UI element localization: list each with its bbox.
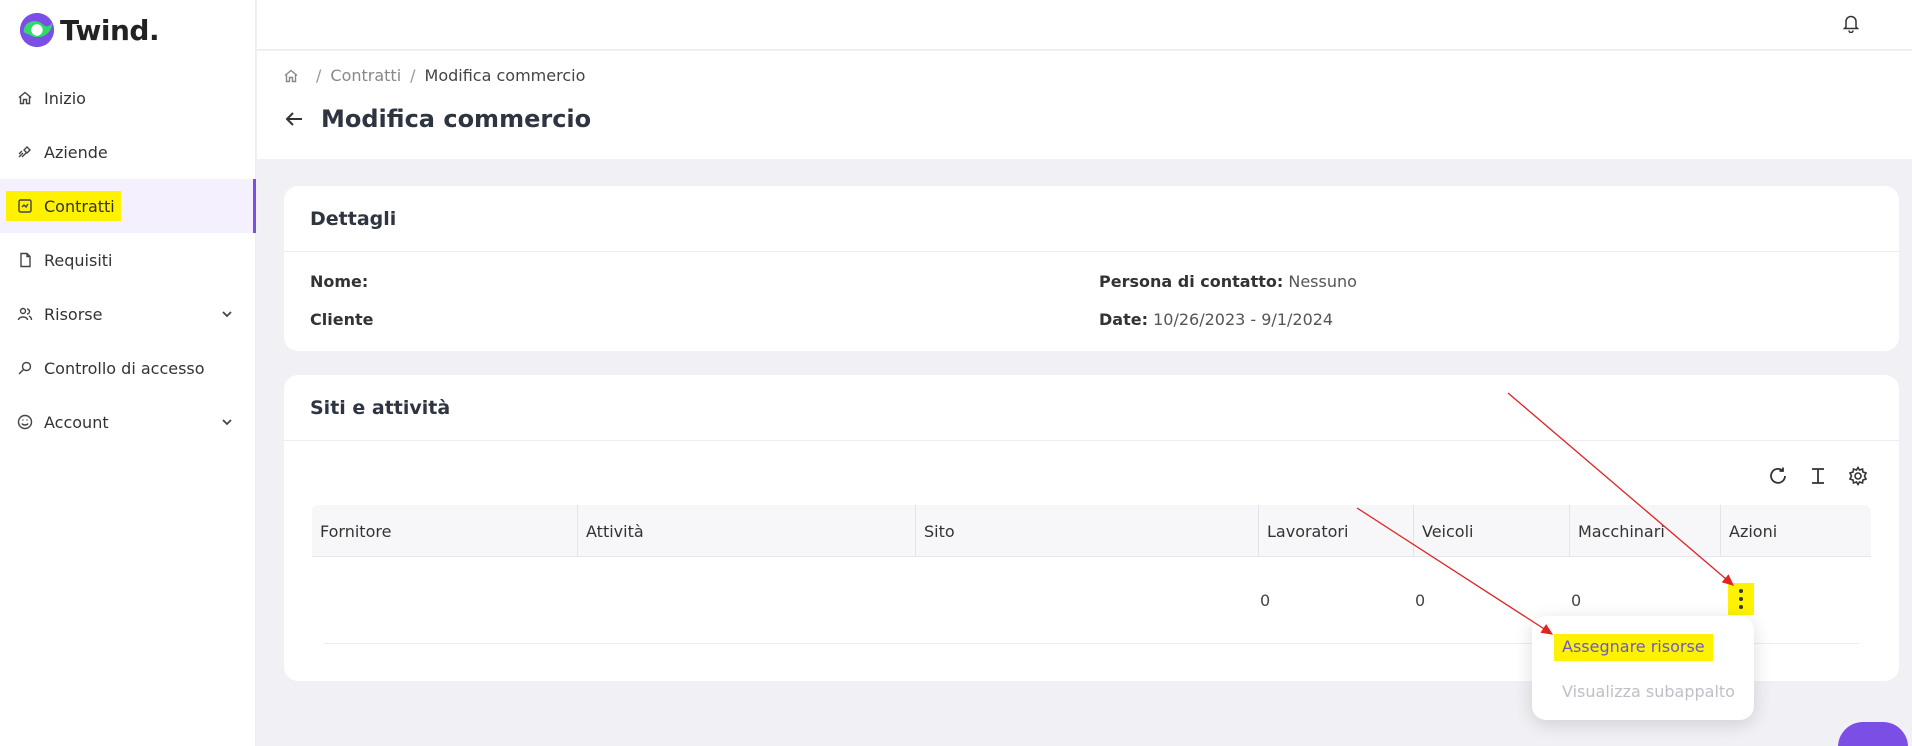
name-label: Nome: (310, 272, 369, 291)
sidebar-item-label: Contratti (44, 196, 115, 216)
menu-item-assegnare-risorse[interactable]: Assegnare risorse (1554, 634, 1713, 661)
sidebar-item-risorse[interactable]: Risorse (0, 287, 256, 341)
sidebar: Twind. Inizio Aziende Contratti Requisit… (0, 0, 256, 746)
column-header-azioni: Azioni (1720, 505, 1777, 557)
date-label: Date: (1099, 310, 1148, 329)
cell-macchinari: 0 (1571, 591, 1582, 610)
breadcrumb-current: Modifica commercio (424, 66, 586, 85)
sites-card-title: Siti e attività (284, 375, 1899, 441)
table-header: Fornitore Attività Sito Lavoratori Veico… (312, 505, 1871, 557)
back-arrow-icon[interactable] (283, 108, 305, 130)
contact-value: Nessuno (1288, 272, 1357, 291)
client-field: Cliente (310, 310, 373, 329)
chat-fab[interactable] (1838, 722, 1908, 746)
name-field: Nome: (310, 272, 368, 291)
details-card-title: Dettagli (284, 186, 1899, 252)
menu-item-visualizza-subappalto[interactable]: Visualizza subappalto (1562, 682, 1735, 701)
sidebar-item-account[interactable]: Account (0, 395, 256, 449)
sidebar-item-requisiti[interactable]: Requisiti (0, 233, 256, 287)
chevron-down-icon[interactable] (220, 306, 234, 320)
sidebar-nav: Inizio Aziende Contratti Requisiti Risor… (0, 71, 256, 449)
cell-veicoli: 0 (1415, 591, 1426, 610)
people-icon (16, 305, 34, 323)
chevron-down-icon[interactable] (220, 414, 234, 428)
row-actions-menu: Assegnare risorse Visualizza subappalto (1532, 616, 1754, 720)
details-card: Dettagli Nome: Cliente Persona di contat… (284, 186, 1899, 351)
bell-icon[interactable] (1842, 13, 1860, 33)
breadcrumb-separator: / (410, 66, 416, 85)
page-header: / Contratti / Modifica commercio Modific… (257, 51, 1912, 159)
text-cursor-icon[interactable] (1807, 465, 1829, 487)
sidebar-item-label: Controllo di accesso (44, 358, 205, 378)
handshake-icon (16, 143, 34, 161)
kebab-menu-icon (1739, 589, 1743, 609)
contact-label: Persona di contatto: (1099, 272, 1284, 291)
document-icon (16, 251, 34, 269)
key-icon (16, 359, 34, 377)
sidebar-item-label: Risorse (44, 304, 103, 324)
date-field: Date: 10/26/2023 - 9/1/2024 (1099, 310, 1333, 329)
column-header-veicoli[interactable]: Veicoli (1413, 505, 1473, 557)
column-header-fornitore[interactable]: Fornitore (312, 505, 391, 557)
breadcrumb-separator: / (316, 66, 322, 85)
column-header-attivita[interactable]: Attività (577, 505, 644, 557)
cell-lavoratori: 0 (1260, 591, 1271, 610)
twind-logo-icon (19, 12, 55, 48)
page-title-row: Modifica commercio (283, 105, 591, 133)
sidebar-item-label: Requisiti (44, 250, 113, 270)
sidebar-item-label: Account (44, 412, 109, 432)
date-value: 10/26/2023 - 9/1/2024 (1153, 310, 1334, 329)
contact-field: Persona di contatto: Nessuno (1099, 272, 1357, 291)
gear-icon[interactable] (1847, 465, 1869, 487)
sidebar-item-aziende[interactable]: Aziende (0, 125, 256, 179)
refresh-icon[interactable] (1767, 465, 1789, 487)
table-toolbar (1767, 465, 1869, 487)
app-name: Twind. (60, 13, 160, 47)
twind-logo[interactable]: Twind. (18, 10, 160, 50)
contract-icon (16, 197, 34, 215)
column-header-lavoratori[interactable]: Lavoratori (1258, 505, 1348, 557)
client-label: Cliente (310, 310, 374, 329)
column-header-macchinari[interactable]: Macchinari (1569, 505, 1665, 557)
sidebar-item-controllo-di-accesso[interactable]: Controllo di accesso (0, 341, 256, 395)
breadcrumb: / Contratti / Modifica commercio (283, 66, 585, 85)
home-icon[interactable] (283, 68, 299, 84)
column-header-sito[interactable]: Sito (915, 505, 955, 557)
home-icon (16, 89, 34, 107)
account-icon (16, 413, 34, 431)
sidebar-item-label: Aziende (44, 142, 108, 162)
page-title: Modifica commercio (321, 105, 592, 133)
row-actions-button[interactable] (1728, 583, 1754, 615)
top-bar (257, 0, 1912, 50)
sidebar-item-contratti[interactable]: Contratti (0, 179, 256, 233)
breadcrumb-link-contratti[interactable]: Contratti (330, 66, 401, 85)
sidebar-item-label: Inizio (44, 88, 86, 108)
sidebar-item-inizio[interactable]: Inizio (0, 71, 256, 125)
